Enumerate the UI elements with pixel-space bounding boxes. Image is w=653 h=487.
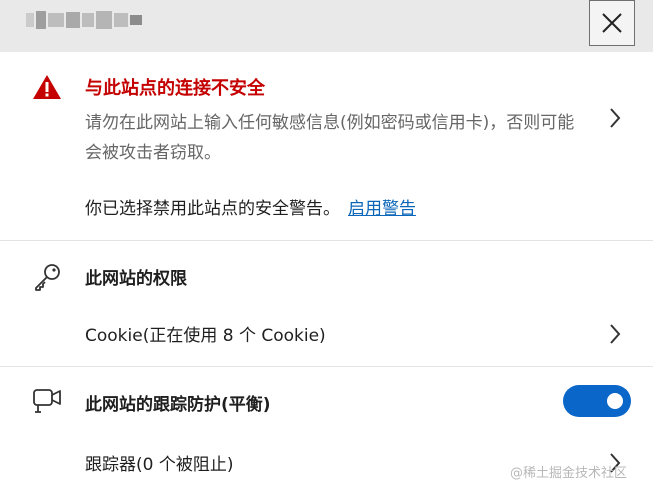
panel-header <box>0 0 653 52</box>
site-info-panel: 与此站点的连接不安全 请勿在此网站上输入任何敏感信息(例如密码或信用卡)，否则可… <box>0 0 653 487</box>
tracking-camera-icon <box>33 389 61 413</box>
chevron-right-icon[interactable] <box>607 323 623 345</box>
watermark: @稀土掘金技术社区 <box>510 466 628 481</box>
tracking-title: 此网站的跟踪防护(平衡) <box>85 395 271 415</box>
key-icon <box>35 264 60 291</box>
tracking-toggle[interactable] <box>563 385 631 417</box>
warning-triangle-icon <box>33 75 61 99</box>
warning-note-text: 你已选择禁用此站点的安全警告。 <box>85 199 340 219</box>
divider <box>0 240 653 241</box>
close-icon <box>602 13 622 33</box>
divider <box>0 366 653 367</box>
enable-warning-link[interactable]: 启用警告 <box>348 199 416 219</box>
warning-title: 与此站点的连接不安全 <box>85 78 265 99</box>
close-button[interactable] <box>589 0 635 46</box>
cookie-item[interactable]: Cookie(正在使用 8 个 Cookie) <box>85 321 326 346</box>
permissions-title: 此网站的权限 <box>85 269 187 289</box>
chevron-right-icon[interactable] <box>607 107 623 129</box>
toggle-knob <box>607 393 623 409</box>
trackers-item[interactable]: 跟踪器(0 个被阻止) <box>85 450 233 475</box>
warning-disabled-note: 你已选择禁用此站点的安全警告。 启用警告 <box>85 194 416 219</box>
site-name-obscured <box>26 9 142 31</box>
warning-description: 请勿在此网站上输入任何敏感信息(例如密码或信用卡)，否则可能会被攻击者窃取。 <box>85 113 575 163</box>
